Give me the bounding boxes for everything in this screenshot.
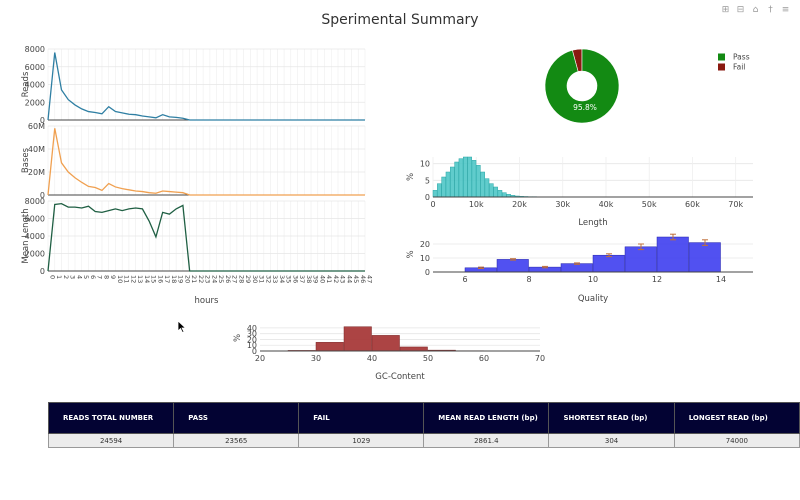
y-tick-label: 6000 (25, 63, 45, 72)
series-line-bases (47, 128, 365, 196)
x-axis-title: Length (578, 218, 607, 228)
table-cell: 24594 (47, 433, 175, 448)
y-tick-label: 2000 (25, 98, 45, 107)
histogram-bar (688, 242, 721, 273)
y-axis-title: Reads (21, 71, 31, 97)
y-tick-label: 40 (247, 324, 257, 333)
y-axis-title: Mean Length (21, 208, 31, 263)
legend-label: Pass (733, 53, 750, 62)
x-axis-title: Quality (578, 294, 608, 304)
histogram-bar (437, 183, 442, 198)
y-tick-label: 0 (425, 193, 430, 202)
table-header-cell: MEAN READ LENGTH (bp) (423, 402, 550, 434)
x-tick-label: 30k (555, 200, 570, 209)
x-axis-title: hours (195, 296, 219, 306)
x-tick-label: 40k (599, 200, 614, 209)
summary-table: READS TOTAL NUMBER PASS FAIL MEAN READ L… (47, 402, 800, 448)
x-tick-label: 20 (255, 354, 265, 363)
dashboard-svg: 02000400060008000Reads020M40M60MBases020… (21, 45, 753, 382)
histogram-bar (467, 156, 472, 198)
table-cell: 2861.4 (423, 433, 550, 448)
y-tick-label: 0 (425, 268, 430, 277)
y-tick-label: 8000 (25, 197, 45, 206)
legend-swatch (718, 63, 725, 71)
table-header-cell: READS TOTAL NUMBER (47, 402, 175, 434)
series-line-mean_length (47, 202, 365, 272)
histogram-bar (624, 246, 657, 273)
histogram-bar (497, 190, 503, 198)
legend-swatch (718, 53, 725, 61)
y-tick-label: 0 (40, 267, 45, 276)
histogram-bar (656, 236, 689, 273)
x-tick-label: 8 (526, 275, 531, 284)
histogram-bar (463, 156, 468, 198)
histogram-bar (488, 183, 494, 198)
table-cell: 304 (548, 433, 675, 448)
table-header-cell: FAIL (298, 402, 425, 434)
x-tick-label: 6 (462, 275, 467, 284)
x-tick-label: 50 (423, 354, 433, 363)
y-axis-title: Bases (21, 147, 31, 173)
table-cell: 74000 (673, 433, 800, 448)
histogram-bar (315, 342, 344, 352)
x-tick-label: 30 (311, 354, 321, 363)
table-cell: 23565 (173, 433, 300, 448)
histogram-bar (450, 166, 455, 198)
x-tick-label: 60 (479, 354, 489, 363)
table-header-cell: LONGEST READ (bp) (673, 402, 800, 434)
table-header-row: READS TOTAL NUMBER PASS FAIL MEAN READ L… (47, 402, 800, 434)
y-tick-label: 60M (28, 122, 45, 131)
legend-label: Fail (733, 63, 745, 72)
histogram-bar (458, 158, 464, 198)
histogram-bar (475, 165, 481, 198)
histogram-bar (432, 190, 438, 198)
histogram-bar (454, 161, 459, 198)
y-tick-label: 20 (420, 240, 430, 249)
y-axis-title: % (406, 173, 416, 181)
x-tick-label: 20k (512, 200, 527, 209)
table-cell: 1029 (298, 433, 425, 448)
histogram-bar (484, 178, 490, 198)
histogram-bar (493, 186, 498, 198)
histogram-bar (441, 176, 447, 198)
x-tick-label: 70k (728, 200, 743, 209)
histogram-bar (592, 254, 625, 273)
histogram-bar (399, 346, 428, 352)
table-row: 24594 23565 1029 2861.4 304 74000 (47, 433, 800, 448)
pie-slice-label: 95.8% (573, 103, 597, 112)
y-axis-title: % (233, 334, 243, 342)
histogram-bar (480, 171, 485, 198)
histogram-bar (445, 171, 451, 198)
y-tick-label: 10 (420, 254, 430, 263)
histogram-bar (343, 326, 372, 352)
x-tick-label: 0 (430, 200, 435, 209)
x-tick-label: 10k (469, 200, 484, 209)
y-tick-label: 10 (420, 160, 430, 169)
mouse-cursor-icon (177, 320, 187, 334)
x-tick-label: 50k (642, 200, 657, 209)
x-tick-label: 60k (685, 200, 700, 209)
histogram-bar (496, 259, 529, 273)
histogram-bar (501, 192, 507, 198)
x-axis-title: GC-Content (375, 372, 425, 382)
table-header-cell: SHORTEST READ (bp) (548, 402, 675, 434)
y-tick-label: 5 (425, 176, 430, 185)
histogram-bar (371, 335, 400, 352)
histogram-bar (471, 160, 477, 198)
series-line-reads (47, 52, 365, 121)
x-tick-label: 10 (588, 275, 598, 284)
histogram-bar (560, 263, 593, 273)
table-header-cell: PASS (173, 402, 300, 434)
x-tick-label: 47 (366, 275, 374, 283)
y-axis-title: % (406, 250, 416, 258)
y-tick-label: 8000 (25, 45, 45, 54)
x-tick-label: 14 (716, 275, 726, 284)
x-tick-label: 12 (652, 275, 662, 284)
x-tick-label: 70 (535, 354, 545, 363)
x-tick-label: 40 (367, 354, 377, 363)
